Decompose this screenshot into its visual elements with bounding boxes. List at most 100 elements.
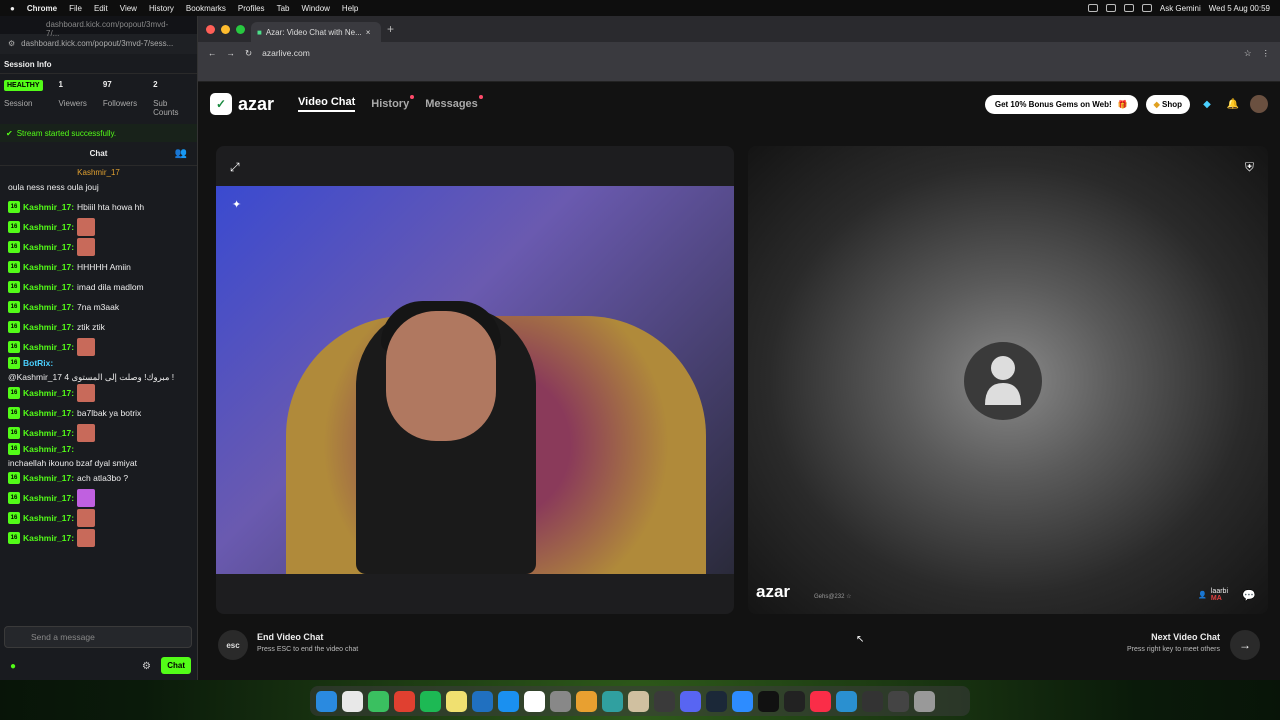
search-icon[interactable] [1123, 4, 1134, 12]
chat-bubble-icon[interactable]: 💬 [1242, 589, 1256, 602]
menu-bookmarks[interactable]: Bookmarks [186, 4, 226, 13]
bell-icon[interactable]: 🔔 [1224, 95, 1242, 113]
new-tab-icon[interactable]: + [387, 22, 394, 36]
chat-username[interactable]: Kashmir_17: [23, 302, 74, 312]
zoom-icon[interactable] [732, 690, 753, 712]
spotify-icon[interactable] [420, 690, 441, 712]
chat-username[interactable]: Kashmir_17: [23, 202, 74, 212]
menu-view[interactable]: View [120, 4, 137, 13]
notion-icon[interactable] [524, 690, 545, 712]
next-chat-button[interactable]: → [1230, 630, 1260, 660]
capcut-icon[interactable] [784, 690, 805, 712]
zoom-window-icon[interactable] [236, 24, 245, 34]
emote-icon [77, 509, 96, 527]
window-thumbnail-icon[interactable] [888, 690, 909, 712]
trash-icon[interactable] [914, 690, 935, 712]
subscriber-badge: 16 [8, 321, 20, 333]
url-bar[interactable]: azarlive.com [262, 48, 310, 58]
steam-icon[interactable] [706, 690, 727, 712]
end-chat-button[interactable]: esc [218, 630, 248, 660]
music-icon[interactable] [810, 690, 831, 712]
gemini-button[interactable]: Ask Gemini [1160, 4, 1201, 13]
send-message-input[interactable]: Send a message [4, 626, 192, 648]
chat-send-button[interactable]: Chat [161, 657, 191, 674]
nav-history[interactable]: History [371, 95, 415, 110]
safari-icon[interactable] [836, 690, 857, 712]
popout-url: dashboard.kick.com/popout/3mvd-7/sess... [21, 39, 174, 48]
video-controls: esc End Video Chat Press ESC to end the … [198, 622, 1280, 672]
control-center-icon[interactable] [1141, 4, 1152, 12]
chat-username[interactable]: Kashmir_17: [23, 493, 74, 503]
notes-icon[interactable] [446, 690, 467, 712]
chat-username[interactable]: Kashmir_17: [23, 428, 74, 438]
brave-icon[interactable] [394, 690, 415, 712]
menu-profiles[interactable]: Profiles [238, 4, 265, 13]
stocks-icon[interactable] [472, 690, 493, 712]
gems-icon[interactable]: ◆ [1198, 95, 1216, 113]
discord-icon[interactable] [680, 690, 701, 712]
app-store-icon[interactable] [498, 690, 519, 712]
back-icon[interactable]: ← [208, 48, 217, 58]
tab-close-icon[interactable]: × [366, 28, 371, 37]
launchpad-icon[interactable] [342, 690, 363, 712]
menu-tab[interactable]: Tab [277, 4, 290, 13]
azar-logo[interactable]: ✓ azar [210, 93, 274, 115]
chat-username[interactable]: Kashmir_17: [23, 388, 74, 398]
emote-icon [77, 238, 96, 256]
chrome-icon[interactable] [576, 690, 597, 712]
menu-file[interactable]: File [69, 4, 82, 13]
chat-users-icon[interactable]: 👥 [175, 148, 187, 159]
menu-app[interactable]: Chrome [27, 4, 57, 13]
app-icon[interactable] [628, 690, 649, 712]
wifi-icon[interactable] [1105, 4, 1116, 12]
github-icon[interactable] [654, 690, 675, 712]
finder-icon[interactable] [316, 690, 337, 712]
forward-icon[interactable]: → [227, 48, 236, 58]
tab-azar[interactable]: ■ Azar: Video Chat with Ne... × [251, 22, 381, 42]
user-silhouette-icon [985, 356, 1021, 405]
chat-username[interactable]: BotRix: [23, 358, 53, 368]
minimize-window-icon[interactable] [221, 24, 230, 34]
menu-edit[interactable]: Edit [94, 4, 108, 13]
shop-button[interactable]: ◆ Shop [1145, 94, 1190, 114]
magic-wand-icon[interactable]: ✦ [232, 198, 241, 211]
chat-username[interactable]: Kashmir_17: [23, 282, 74, 292]
apple-icon[interactable]: ● [10, 4, 15, 13]
tiktok-icon[interactable] [758, 690, 779, 712]
menu-history[interactable]: History [149, 4, 174, 13]
system-settings-icon[interactable] [550, 690, 571, 712]
kick-logo-icon: ● [10, 661, 17, 672]
chat-username[interactable]: Kashmir_17: [23, 342, 74, 352]
davinci-icon[interactable] [862, 690, 883, 712]
facetime-icon[interactable] [602, 690, 623, 712]
chat-username[interactable]: Kashmir_17: [23, 242, 74, 252]
reload-icon[interactable]: ↻ [245, 48, 252, 59]
menu-dots-icon[interactable]: ⋮ [1262, 48, 1271, 59]
settings-gear-icon[interactable]: ⚙ [142, 661, 151, 672]
battery-icon[interactable] [1087, 4, 1098, 12]
bonus-gems-button[interactable]: Get 10% Bonus Gems on Web! 🎁 [984, 94, 1138, 114]
tune-icon[interactable]: ⚙ [8, 39, 15, 49]
popout-address-bar[interactable]: ⚙ dashboard.kick.com/popout/3mvd-7/sess..… [0, 34, 197, 54]
viewers-count: 1 [58, 80, 63, 89]
menu-window[interactable]: Window [301, 4, 329, 13]
nav-video-chat[interactable]: Video Chat [298, 96, 356, 112]
chat-username[interactable]: Kashmir_17: [23, 408, 74, 418]
chat-username[interactable]: Kashmir_17: [23, 262, 74, 272]
bookmark-star-icon[interactable]: ☆ [1244, 48, 1252, 59]
chat-username[interactable]: Kashmir_17: [23, 222, 74, 232]
chat-username[interactable]: Kashmir_17: [23, 444, 74, 454]
menu-help[interactable]: Help [342, 4, 358, 13]
messages-icon[interactable] [368, 690, 389, 712]
chat-username[interactable]: Kashmir_17: [23, 473, 74, 483]
chat-username[interactable]: Kashmir_17: [23, 322, 74, 332]
chat-username[interactable]: Kashmir_17: [23, 533, 74, 543]
report-shield-icon[interactable]: ⛨ [1245, 160, 1254, 175]
address-toolbar: ← → ↻ azarlive.com ☆ ⋮ [198, 42, 1280, 64]
profile-avatar[interactable] [1250, 95, 1268, 113]
chat-username[interactable]: Kashmir_17: [23, 513, 74, 523]
expand-icon[interactable]: ⤢ [230, 160, 240, 175]
nav-messages[interactable]: Messages [425, 95, 483, 110]
close-window-icon[interactable] [206, 24, 215, 34]
stream-started-notice: ✔ Stream started successfully. [0, 124, 197, 142]
